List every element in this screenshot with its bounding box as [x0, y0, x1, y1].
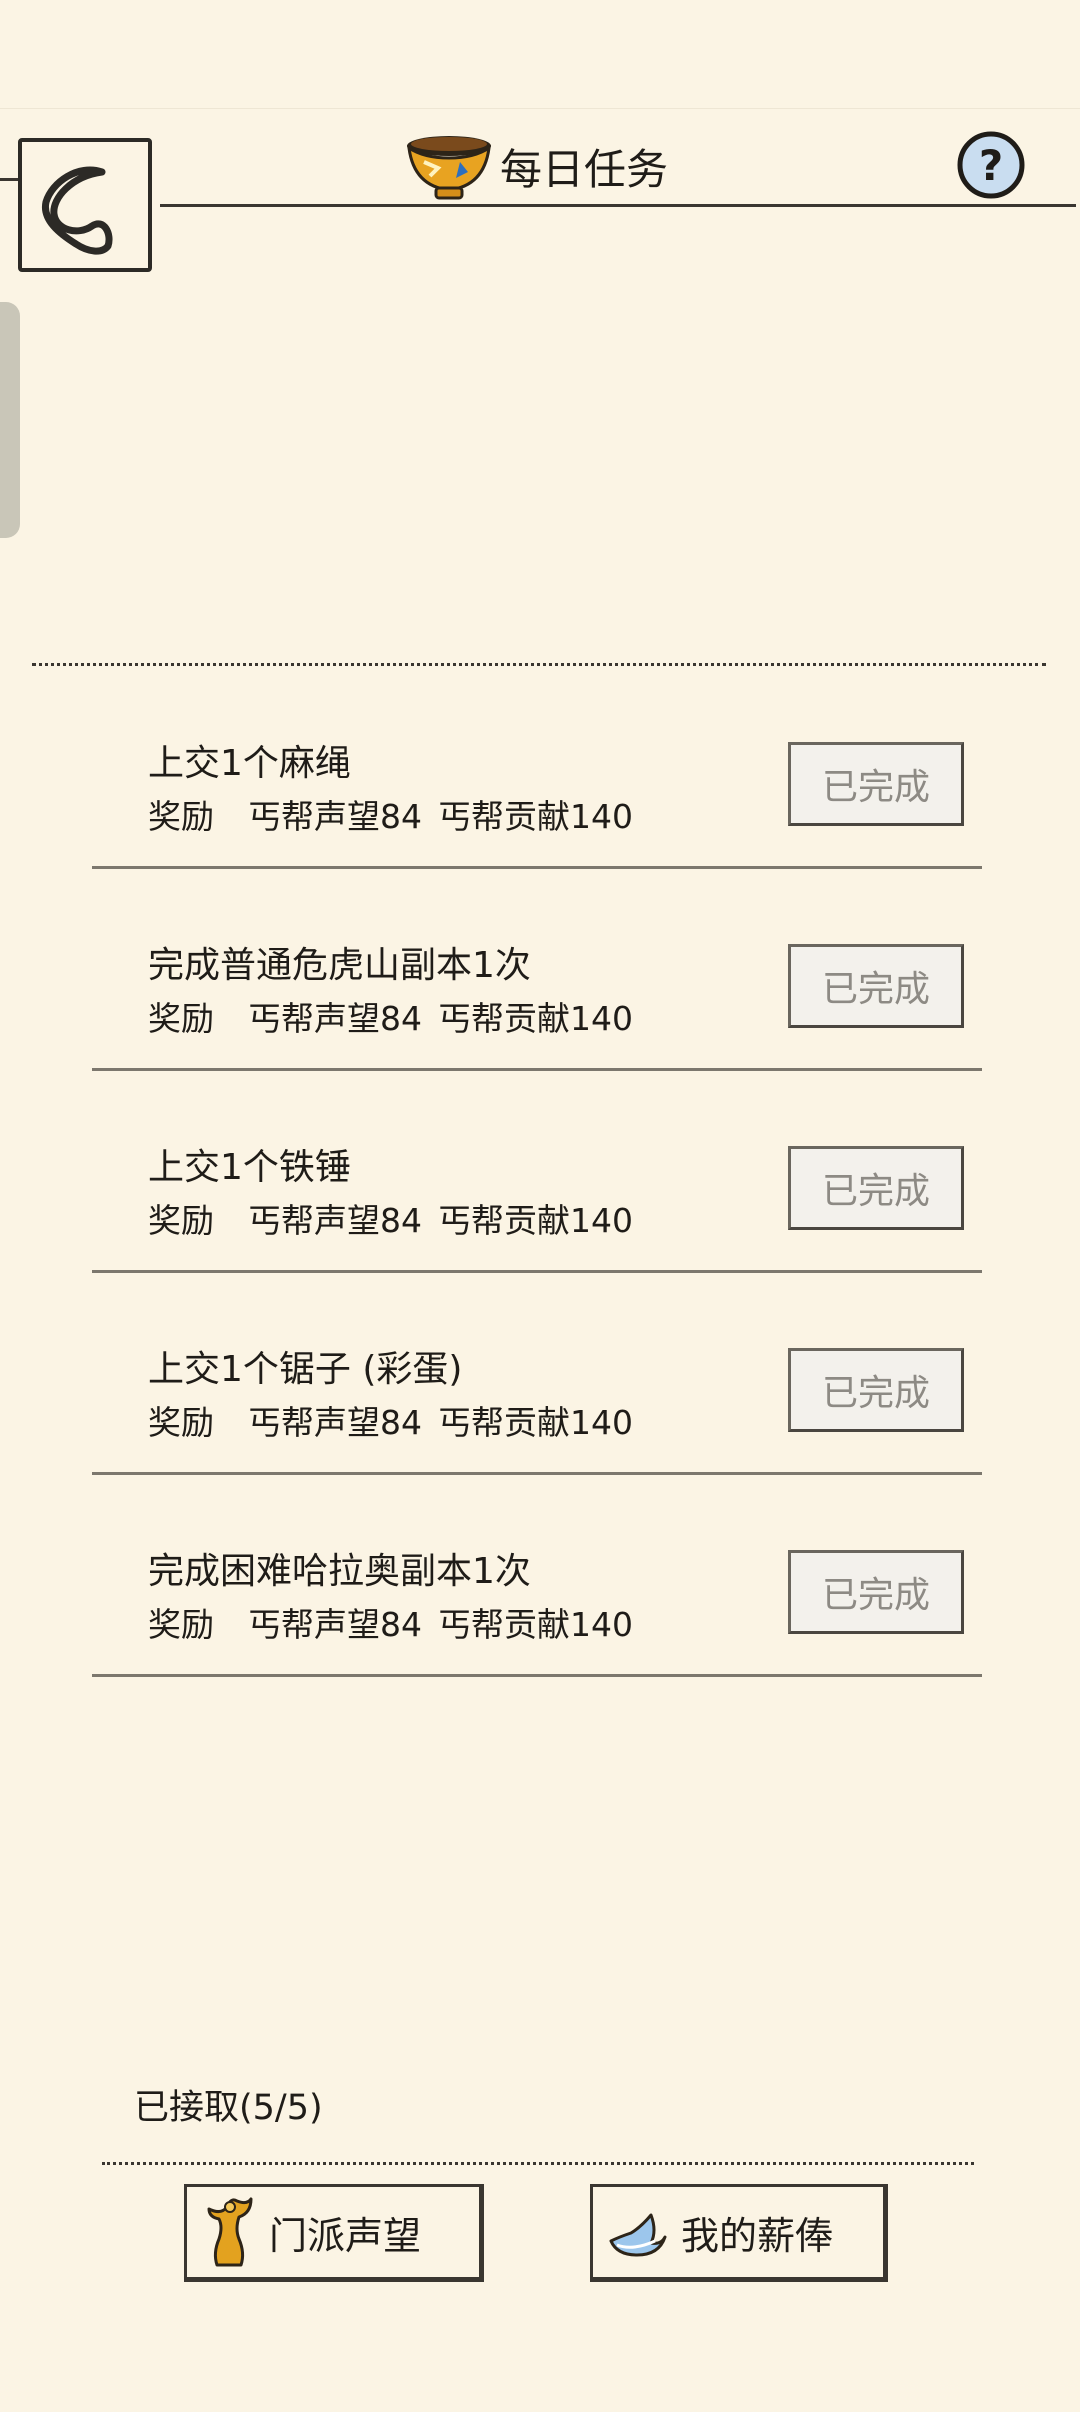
task-title: 完成困难哈拉奥副本1次	[148, 1551, 531, 1592]
reward-label: 奖励	[148, 797, 214, 836]
task-item: 上交1个麻绳 奖励 丐帮声望84 丐帮贡献140 已完成	[88, 700, 988, 902]
golden-bowl-icon	[407, 136, 491, 200]
reward-contribution: 丐帮贡献140	[438, 1201, 633, 1240]
task-item: 完成困难哈拉奥副本1次 奖励 丐帮声望84 丐帮贡献140 已完成	[88, 1508, 988, 1710]
completed-button[interactable]: 已完成	[788, 944, 964, 1028]
row-divider	[92, 866, 982, 869]
chevron-left-icon	[41, 166, 113, 255]
my-salary-label: 我的薪俸	[681, 2213, 834, 2258]
reward-label: 奖励	[148, 1201, 214, 1240]
reward-label: 奖励	[148, 999, 214, 1038]
task-reward: 奖励 丐帮声望84 丐帮贡献140	[148, 992, 633, 1040]
completed-button[interactable]: 已完成	[788, 1348, 964, 1432]
reward-contribution: 丐帮贡献140	[438, 999, 633, 1038]
task-reward: 奖励 丐帮声望84 丐帮贡献140	[148, 790, 633, 838]
task-title: 上交1个麻绳	[148, 743, 351, 784]
task-title: 上交1个锯子 (彩蛋)	[148, 1349, 463, 1390]
task-title: 上交1个铁锤	[148, 1147, 351, 1188]
silver-ingot-icon	[609, 2213, 667, 2257]
status-bar-area	[0, 0, 1080, 109]
page-title: 每日任务	[500, 144, 669, 194]
svg-text:?: ?	[979, 141, 1003, 190]
dotted-divider	[102, 2162, 974, 2165]
row-divider	[92, 1472, 982, 1475]
task-item: 完成普通危虎山副本1次 奖励 丐帮声望84 丐帮贡献140 已完成	[88, 902, 988, 1104]
task-list: 上交1个麻绳 奖励 丐帮声望84 丐帮贡献140 已完成 完成普通危虎山副本1次 奖…	[88, 700, 988, 1710]
sect-reputation-button[interactable]: 门派声望	[184, 2184, 484, 2282]
back-button[interactable]	[18, 138, 152, 272]
task-reward: 奖励 丐帮声望84 丐帮贡献140	[148, 1598, 633, 1646]
golden-statue-icon	[207, 2197, 253, 2267]
page-header: 每日任务	[404, 126, 668, 206]
accepted-count: 已接取(5/5)	[134, 2088, 323, 2128]
task-reward: 奖励 丐帮声望84 丐帮贡献140	[148, 1194, 633, 1242]
my-salary-button[interactable]: 我的薪俸	[590, 2184, 888, 2282]
reward-label: 奖励	[148, 1605, 214, 1644]
side-drawer-handle[interactable]	[0, 302, 20, 538]
divider	[0, 178, 18, 181]
reward-contribution: 丐帮贡献140	[438, 1605, 633, 1644]
reward-contribution: 丐帮贡献140	[438, 797, 633, 836]
sect-reputation-label: 门派声望	[269, 2213, 422, 2258]
reward-label: 奖励	[148, 1403, 214, 1442]
completed-button[interactable]: 已完成	[788, 1550, 964, 1634]
completed-button[interactable]: 已完成	[788, 742, 964, 826]
task-item: 上交1个锯子 (彩蛋) 奖励 丐帮声望84 丐帮贡献140 已完成	[88, 1306, 988, 1508]
reward-reputation: 丐帮声望84	[248, 797, 422, 836]
task-item: 上交1个铁锤 奖励 丐帮声望84 丐帮贡献140 已完成	[88, 1104, 988, 1306]
completed-button[interactable]: 已完成	[788, 1146, 964, 1230]
task-title: 完成普通危虎山副本1次	[148, 945, 531, 986]
row-divider	[92, 1068, 982, 1071]
question-icon: ?	[957, 131, 1025, 199]
help-button[interactable]: ?	[956, 130, 1026, 200]
row-divider	[92, 1674, 982, 1677]
reward-reputation: 丐帮声望84	[248, 999, 422, 1038]
task-reward: 奖励 丐帮声望84 丐帮贡献140	[148, 1396, 633, 1444]
reward-contribution: 丐帮贡献140	[438, 1403, 633, 1442]
row-divider	[92, 1270, 982, 1273]
reward-reputation: 丐帮声望84	[248, 1403, 422, 1442]
reward-reputation: 丐帮声望84	[248, 1201, 422, 1240]
dotted-divider	[32, 663, 1046, 666]
reward-reputation: 丐帮声望84	[248, 1605, 422, 1644]
